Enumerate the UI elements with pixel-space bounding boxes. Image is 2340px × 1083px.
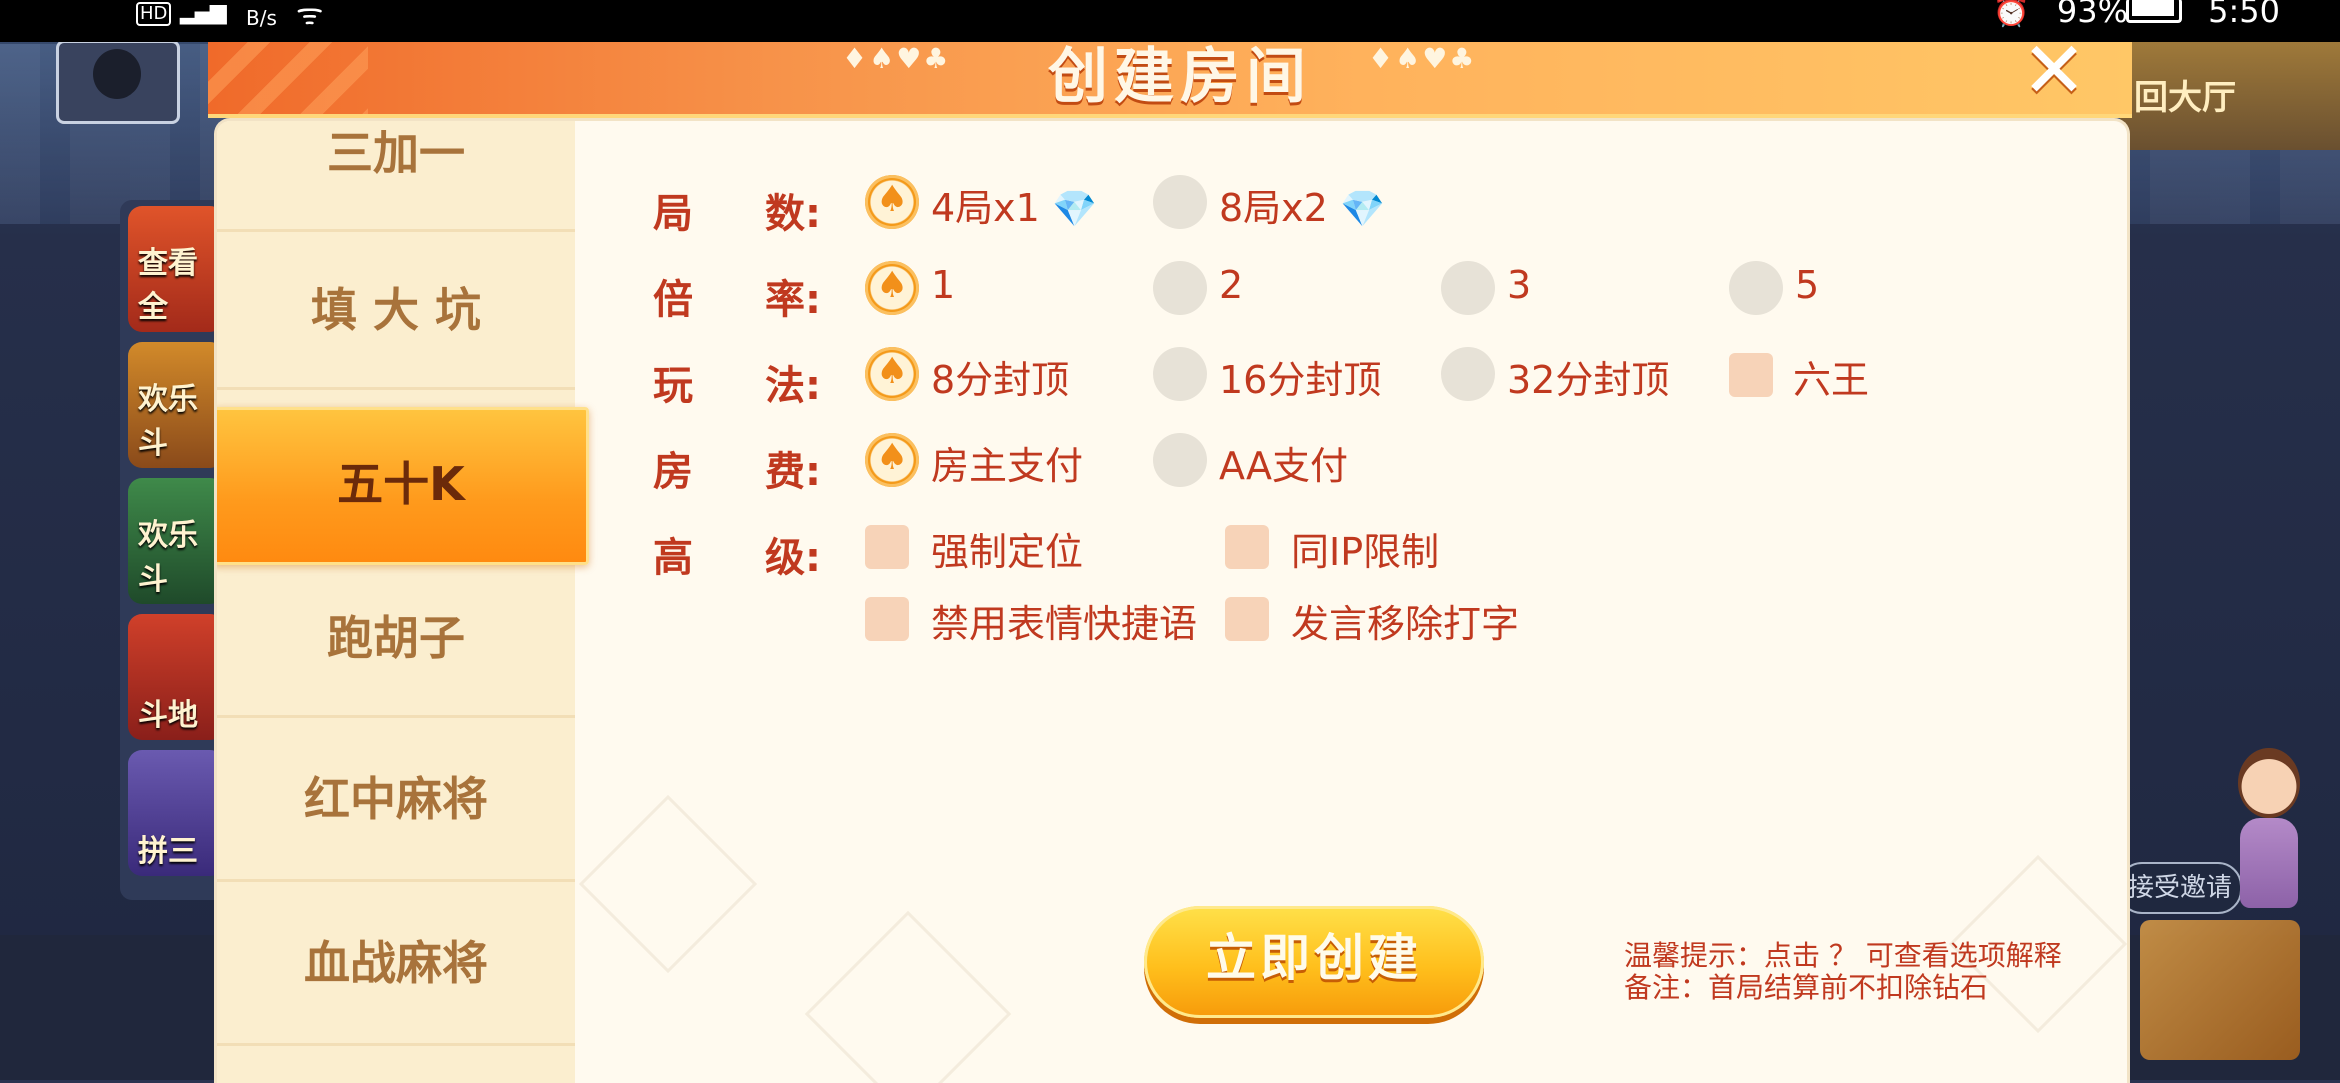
label-char: 数: [765,191,821,237]
hd-badge: HD [136,2,172,26]
label-char: 房 [653,449,693,495]
checkbox[interactable] [1225,597,1269,641]
diamond-icon: 💎 [1051,189,1097,230]
option-label: AA支付 [1219,444,1349,488]
label-char: 玩 [653,363,693,409]
option-label: 8局x2 💎 [1219,177,1385,232]
option-label: 3 [1507,263,1532,307]
signal-icon: ▂▄▆ [180,0,227,25]
avatar-silhouette-icon [93,49,141,99]
dialog-header: ♦♠♥♣ 创建房间 ♦♠♥♣ ✕ [208,32,2132,118]
radio-selected-icon[interactable] [865,175,919,229]
radio-unselected-icon[interactable] [1153,347,1207,401]
left-game-tile[interactable]: 欢乐斗 [128,342,224,468]
background-pattern [578,794,758,974]
option-label: 同IP限制 [1291,530,1440,574]
radio-unselected-icon[interactable] [1153,261,1207,315]
mascot-character [2210,740,2320,930]
left-game-tile[interactable]: 拼三 [128,750,224,876]
radio-unselected-icon[interactable] [1729,261,1783,315]
option-label: 4局x1 💎 [931,177,1097,232]
option-label: 16分封顶 [1219,358,1382,402]
sidebar-item-label: 五十K [337,457,465,511]
sidebar-item-xuezhan-mahjong[interactable]: 血战麻将 [217,883,575,1046]
header-decoration [208,42,368,114]
option-label: 发言移除打字 [1291,602,1520,646]
background-pattern [804,910,1012,1083]
suit-decoration-icon: ♦♠♥♣ [842,42,951,75]
sidebar-item-hongzhong-mahjong[interactable]: 红中麻将 [217,719,575,882]
checkbox[interactable] [1225,525,1269,569]
wifi-icon: ᯤ [296,0,324,32]
label-char: 法: [765,363,821,409]
option-label: 5 [1795,263,1820,307]
mascot-body [2240,818,2298,908]
option-text: 8局x2 [1219,186,1328,230]
label-char: 倍 [653,277,693,323]
avatar[interactable] [56,40,180,124]
sidebar-item-label: 填 大 坑 [310,283,482,337]
game-sidebar: 三加一 填 大 坑 五十K 跑胡子 红中麻将 血战麻将 [217,121,589,1083]
label-char: 费: [765,449,821,495]
checkbox[interactable] [865,597,909,641]
option-label: 六王 [1793,358,1870,402]
rocket-icon[interactable] [2140,920,2300,1060]
option-label: 房主支付 [931,444,1084,488]
left-game-tile[interactable]: 欢乐斗 [128,478,224,604]
network-speed: B/s [246,6,277,30]
label-char: 局 [653,191,693,237]
tip-note: 备注：首局结算前不扣除钻石 [1624,971,1989,1004]
tips-text: 温馨提示：点击 ？ 可查看选项解释 备注：首局结算前不扣除钻石 [1624,940,2062,1004]
option-label: 2 [1219,263,1244,307]
sidebar-item-tiandakeng[interactable]: 填 大 坑 [217,233,575,390]
option-label: 强制定位 [931,530,1084,574]
checkbox[interactable] [865,525,909,569]
mascot-head [2238,748,2300,818]
option-label: 禁用表情快捷语 [931,602,1198,646]
close-icon[interactable]: ✕ [2014,32,2094,110]
option-label: 1 [931,263,956,307]
suit-decoration-icon: ♦♠♥♣ [1368,42,1477,75]
radio-selected-icon[interactable] [865,347,919,401]
diamond-icon: 💎 [1339,189,1385,230]
radio-unselected-icon[interactable] [1153,433,1207,487]
option-label: 8分封顶 [931,358,1070,402]
battery-icon [2126,0,2182,23]
radio-selected-icon[interactable] [865,261,919,315]
sidebar-item-wushik[interactable]: 五十K [217,407,589,565]
sidebar-item-label: 血战麻将 [304,936,488,990]
radio-unselected-icon[interactable] [1441,347,1495,401]
checkbox[interactable] [1729,353,1773,397]
label-char: 级: [765,535,821,581]
left-game-tile[interactable]: 查看全 [128,206,224,332]
left-game-tile[interactable]: 斗地 [128,614,224,740]
dialog-title: 创建房间 [1048,42,1312,112]
sidebar-item-sanjiayi[interactable]: 三加一 [217,121,575,232]
sidebar-item-paohuzi[interactable]: 跑胡子 [217,561,575,718]
sidebar-item-label: 三加一 [327,126,465,180]
radio-selected-icon[interactable] [865,433,919,487]
label-char: 率: [765,277,821,323]
option-label: 32分封顶 [1507,358,1670,402]
option-text: 4局x1 [931,186,1040,230]
tip-hint: 温馨提示：点击 ？ 可查看选项解释 [1624,939,2062,972]
return-hall-button[interactable]: 回大厅 [2120,40,2340,150]
radio-unselected-icon[interactable] [1153,175,1207,229]
alarm-icon: ⏰ [1992,0,2030,29]
sidebar-item-label: 红中麻将 [304,772,488,826]
radio-unselected-icon[interactable] [1441,261,1495,315]
label-char: 高 [653,535,693,581]
clock: 5:50 [2208,0,2280,30]
sidebar-item-label: 跑胡子 [327,611,465,665]
create-now-button[interactable]: 立即创建 [1144,906,1484,1018]
